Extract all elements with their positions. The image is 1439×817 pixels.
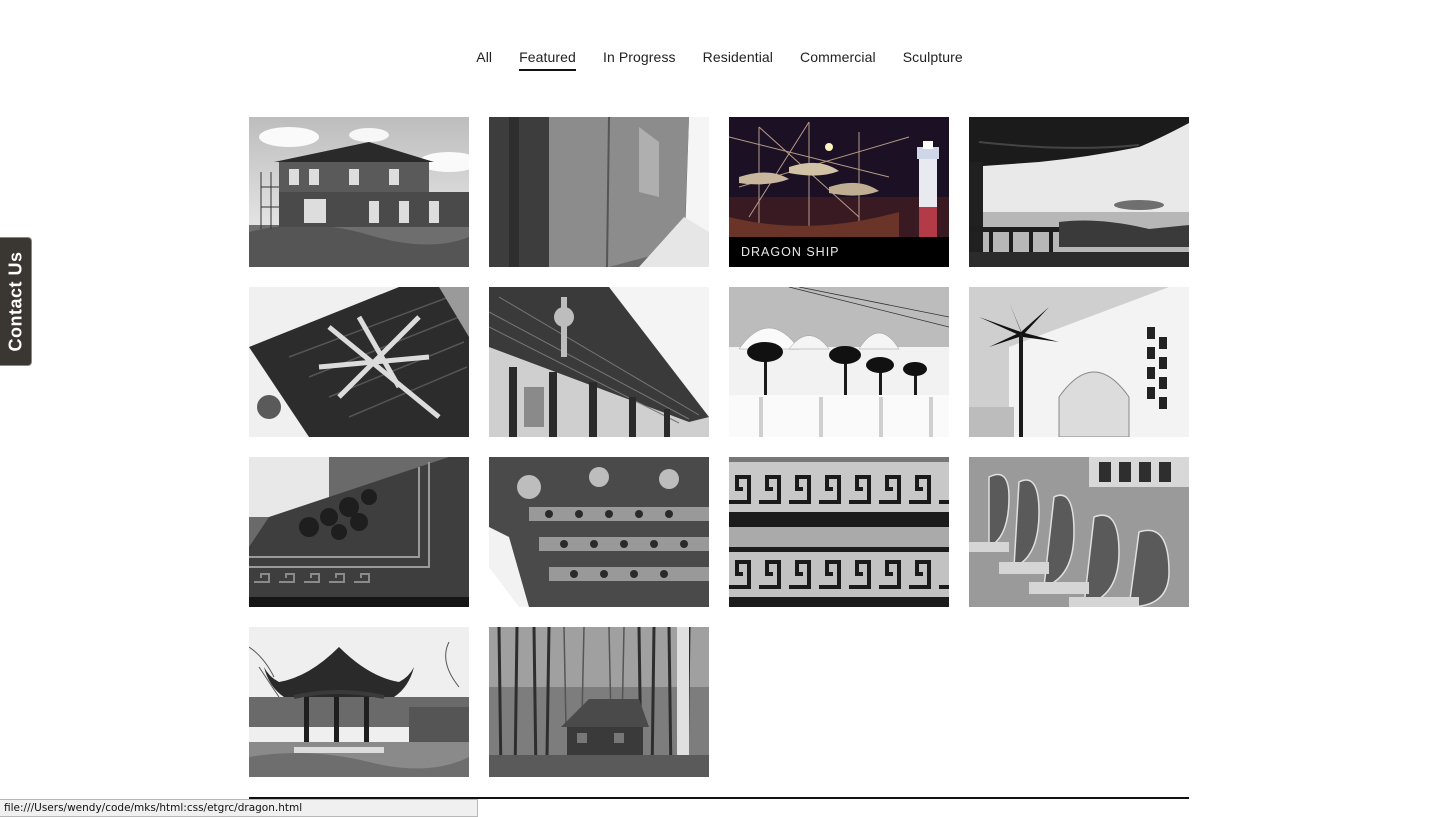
project-gallery: DRAGON SHIP [249, 117, 1189, 777]
gallery-tile-benches[interactable] [969, 457, 1189, 607]
gallery-tile-concrete[interactable] [489, 117, 709, 267]
pavilion-photo [249, 627, 469, 777]
gallery-tile-roof-bracket[interactable] [249, 287, 469, 437]
gallery-tile-dragon-ship[interactable]: DRAGON SHIP [729, 117, 949, 267]
filter-in-progress[interactable]: In Progress [603, 48, 676, 71]
filter-residential[interactable]: Residential [703, 48, 773, 71]
gallery-tile-carved-panel[interactable] [249, 457, 469, 607]
concrete-wall-photo [489, 117, 709, 267]
gallery-tile-cabin[interactable] [489, 627, 709, 777]
house-photo [249, 117, 469, 267]
filter-nav: All Featured In Progress Residential Com… [0, 32, 1439, 87]
gallery-tile-carved-beams[interactable] [489, 457, 709, 607]
domed-palace-photo [729, 287, 949, 437]
gallery-tile-temple-eaves[interactable] [489, 287, 709, 437]
roof-bracket-photo [249, 287, 469, 437]
gallery-tile-pagoda-ocean[interactable] [969, 117, 1189, 267]
carved-panel-photo [249, 457, 469, 607]
gallery-tile-domed-palace[interactable] [729, 287, 949, 437]
contact-us-tab[interactable]: Contact Us [0, 237, 32, 366]
gallery-tile-fretwork[interactable] [729, 457, 949, 607]
filter-all[interactable]: All [476, 48, 492, 71]
filter-list: All Featured In Progress Residential Com… [476, 48, 963, 71]
benches-photo [969, 457, 1189, 607]
contact-us-label: Contact Us [5, 251, 26, 352]
filter-sculpture[interactable]: Sculpture [903, 48, 963, 71]
filter-commercial[interactable]: Commercial [800, 48, 876, 71]
temple-eaves-photo [489, 287, 709, 437]
cabin-photo [489, 627, 709, 777]
arched-gate-photo [969, 287, 1189, 437]
pagoda-ocean-photo [969, 117, 1189, 267]
gallery-tile-house[interactable] [249, 117, 469, 267]
tile-caption: DRAGON SHIP [729, 237, 949, 267]
browser-status-bar: file:///Users/wendy/code/mks/html:css/et… [0, 799, 478, 817]
gallery-tile-arched-gate[interactable] [969, 287, 1189, 437]
fretwork-photo [729, 457, 949, 607]
gallery-tile-pavilion[interactable] [249, 627, 469, 777]
filter-featured[interactable]: Featured [519, 48, 576, 71]
carved-beams-photo [489, 457, 709, 607]
